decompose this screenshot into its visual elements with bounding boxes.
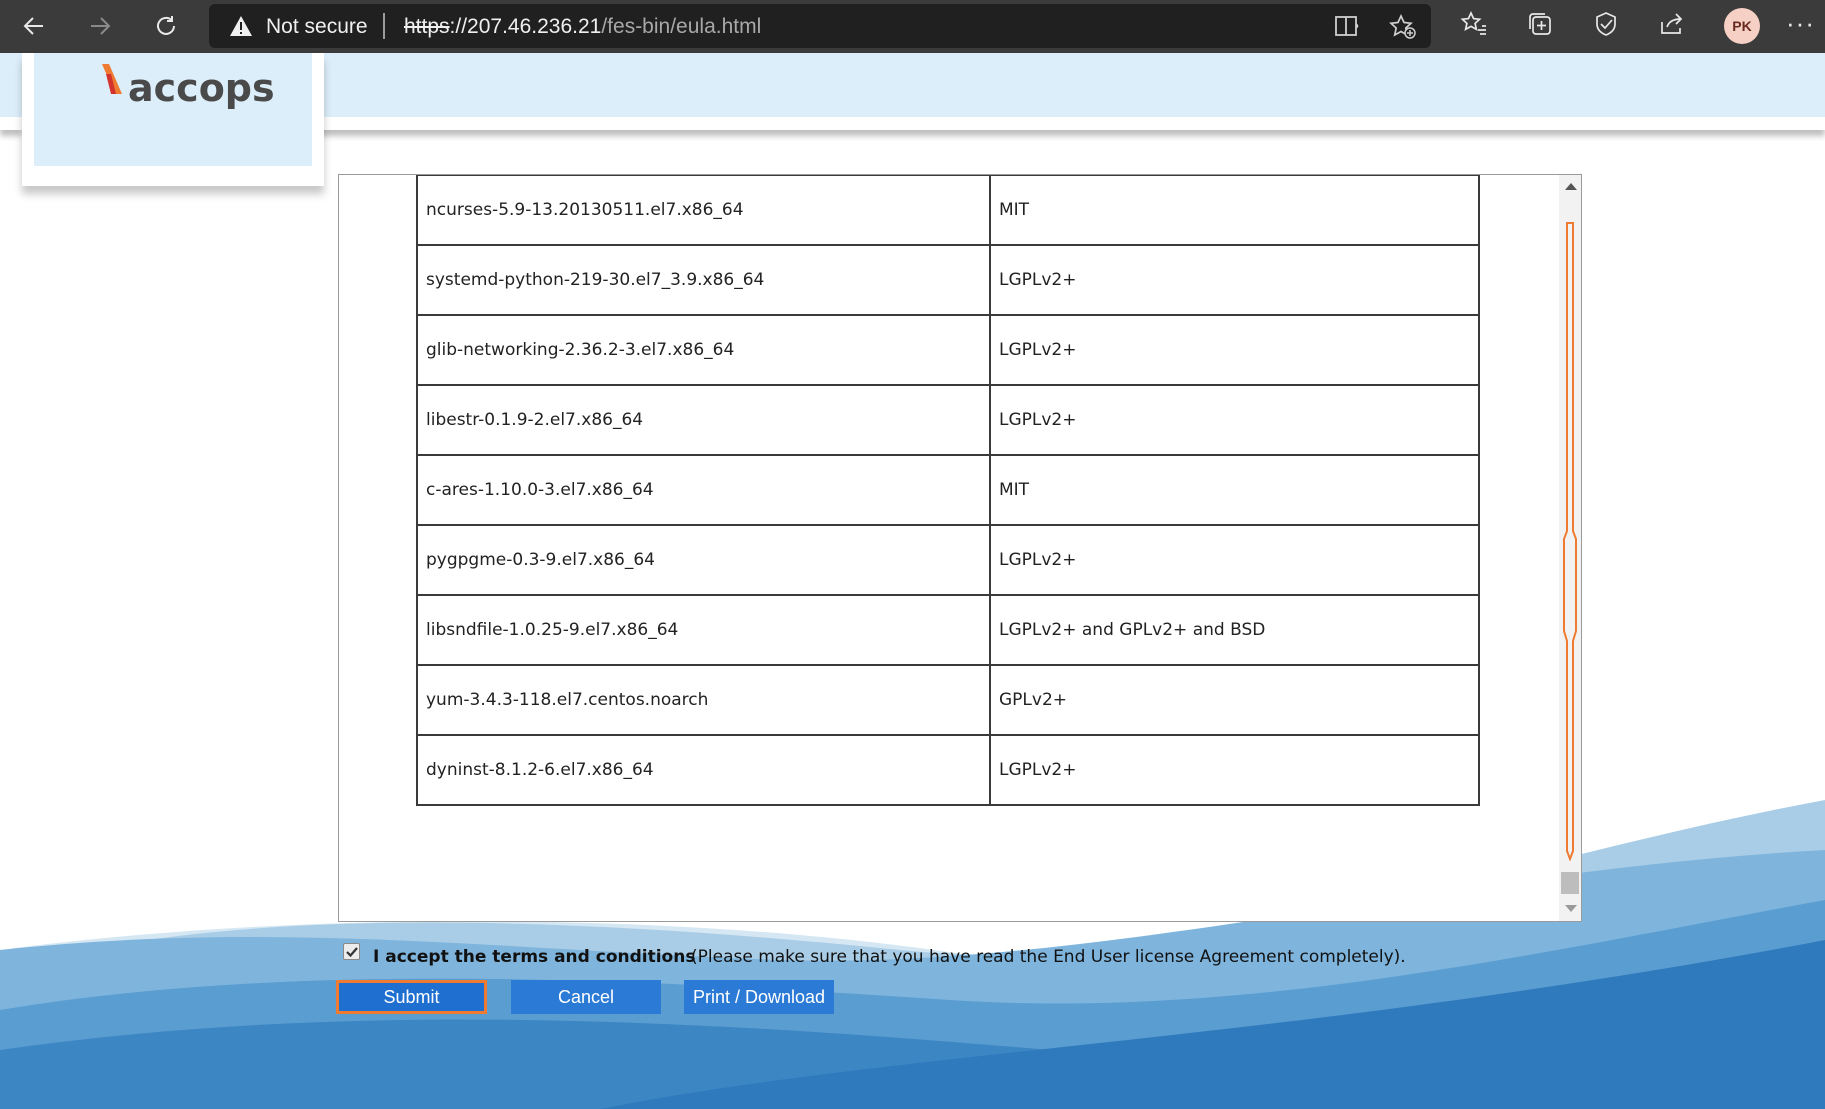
- profile-avatar[interactable]: PK: [1724, 8, 1760, 44]
- security-label[interactable]: Not secure: [266, 15, 368, 39]
- accept-note: (Please make sure that you have read the…: [691, 947, 1406, 967]
- license-cell: LGPLv2+: [989, 314, 1480, 386]
- submit-button[interactable]: Submit: [336, 980, 487, 1014]
- eula-scrollbar[interactable]: [1559, 175, 1581, 921]
- package-name-cell: libsndfile-1.0.25-9.el7.x86_64: [416, 594, 991, 666]
- table-row: systemd-python-219-30.el7_3.9.x86_64 LGPL…: [416, 244, 1480, 316]
- print-download-button[interactable]: Print / Download: [684, 980, 834, 1014]
- browser-toolbar: Not secure https://207.46.236.21/fes-bin…: [0, 0, 1825, 53]
- checkmark-icon: [346, 947, 358, 958]
- license-cell: LGPLv2+: [989, 734, 1480, 806]
- package-name-cell: yum-3.4.3-118.el7.centos.noarch: [416, 664, 991, 736]
- back-icon[interactable]: [14, 6, 54, 46]
- license-table: ncurses-5.9-13.20130511.el7.x86_64 MIT sys…: [416, 175, 1480, 806]
- package-name-cell: c-ares-1.10.0-3.el7.x86_64: [416, 454, 991, 526]
- share-icon[interactable]: [1658, 10, 1690, 42]
- more-menu-icon[interactable]: ···: [1786, 8, 1815, 39]
- table-row: libestr-0.1.9-2.el7.x86_64 LGPLv2+: [416, 384, 1480, 456]
- license-cell: LGPLv2+: [989, 244, 1480, 316]
- package-name-cell: pygpgme-0.3-9.el7.x86_64: [416, 524, 991, 596]
- table-row: ncurses-5.9-13.20130511.el7.x86_64 MIT: [416, 175, 1480, 246]
- scroll-down-arrow[interactable]: [1565, 905, 1577, 912]
- scroll-up-arrow[interactable]: [1565, 183, 1577, 190]
- accept-label[interactable]: I accept the terms and conditions: [373, 947, 695, 967]
- package-name-cell: ncurses-5.9-13.20130511.el7.x86_64: [416, 175, 991, 246]
- read-aloud-icon[interactable]: [1334, 14, 1362, 42]
- license-cell: MIT: [989, 454, 1480, 526]
- add-favorite-icon[interactable]: [1389, 13, 1417, 44]
- browser-essentials-icon[interactable]: [1592, 10, 1624, 42]
- eula-frame[interactable]: ncurses-5.9-13.20130511.el7.x86_64 MIT sys…: [338, 174, 1582, 922]
- table-row: glib-networking-2.36.2-3.el7.x86_64 LGPLv…: [416, 314, 1480, 386]
- url-text[interactable]: https://207.46.236.21/fes-bin/eula.html: [404, 15, 761, 39]
- package-name-cell: glib-networking-2.36.2-3.el7.x86_64: [416, 314, 991, 386]
- header-divider: [310, 117, 1825, 130]
- package-name-cell: libestr-0.1.9-2.el7.x86_64: [416, 384, 991, 456]
- license-cell: LGPLv2+: [989, 524, 1480, 596]
- cancel-button[interactable]: Cancel: [511, 980, 661, 1014]
- favorites-icon[interactable]: [1460, 10, 1492, 42]
- table-row: c-ares-1.10.0-3.el7.x86_64 MIT: [416, 454, 1480, 526]
- brand-logo-text: accops: [128, 66, 275, 110]
- header-divider-left: [0, 117, 22, 130]
- accops-logo-mark: [102, 64, 122, 94]
- refresh-icon[interactable]: [146, 6, 186, 46]
- package-name-cell: dyninst-8.1.2-6.el7.x86_64: [416, 734, 991, 806]
- package-name-cell: systemd-python-219-30.el7_3.9.x86_64: [416, 244, 991, 316]
- license-cell: LGPLv2+: [989, 384, 1480, 456]
- table-row: yum-3.4.3-118.el7.centos.noarch GPLv2+: [416, 664, 1480, 736]
- license-cell: MIT: [989, 175, 1480, 246]
- table-row: dyninst-8.1.2-6.el7.x86_64 LGPLv2+: [416, 734, 1480, 806]
- warning-icon[interactable]: [229, 15, 253, 37]
- address-bar[interactable]: Not secure https://207.46.236.21/fes-bin…: [209, 4, 1431, 48]
- address-separator: [383, 13, 385, 39]
- table-row: pygpgme-0.3-9.el7.x86_64 LGPLv2+: [416, 524, 1480, 596]
- collections-icon[interactable]: [1526, 10, 1558, 42]
- scroll-annotation-mark: [1563, 222, 1577, 861]
- forward-icon[interactable]: [80, 6, 120, 46]
- accept-checkbox[interactable]: [343, 943, 360, 960]
- license-cell: LGPLv2+ and GPLv2+ and BSD: [989, 594, 1480, 666]
- license-cell: GPLv2+: [989, 664, 1480, 736]
- scroll-thumb[interactable]: [1561, 872, 1579, 894]
- table-row: libsndfile-1.0.25-9.el7.x86_64 LGPLv2+ an…: [416, 594, 1480, 666]
